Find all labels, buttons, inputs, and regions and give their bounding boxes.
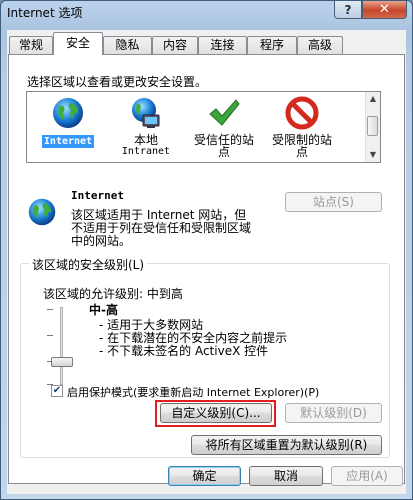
- level-bullets: - 适用于大多数网站 - 在下载潜在的不安全内容之前提示 - 不下载未签名的 A…: [99, 319, 287, 358]
- select-zone-label: 选择区域以查看或更改安全设置。: [27, 75, 208, 89]
- security-level-group-label: 该区域的安全级别(L): [29, 256, 148, 273]
- globe-icon: [51, 96, 85, 130]
- zone-description-line-3: 中的网站。: [71, 234, 132, 248]
- selected-zone-icon: [27, 197, 57, 230]
- default-level-button[interactable]: 默认级别(D): [285, 403, 382, 423]
- ok-button[interactable]: 确定: [168, 466, 241, 486]
- zone-list-scrollbar[interactable]: ▲ ▼: [365, 92, 380, 162]
- slider-thumb[interactable]: [51, 357, 73, 367]
- globe-icon: [28, 198, 56, 226]
- close-button[interactable]: ✕: [362, 1, 407, 19]
- highlight-frame: [155, 400, 276, 427]
- close-icon: ✕: [379, 2, 390, 17]
- level-bullet: - 不下载未签名的 ActiveX 控件: [99, 344, 269, 358]
- zone-internet[interactable]: Internet: [29, 96, 107, 160]
- scroll-up-icon[interactable]: ▲: [366, 92, 380, 106]
- tab-general[interactable]: 常规: [9, 36, 53, 54]
- tab-programs[interactable]: 程序: [247, 36, 297, 54]
- zone-local-intranet-label-2: Intranet: [121, 146, 171, 157]
- zone-internet-label: Internet: [41, 135, 95, 148]
- title-bar[interactable]: Internet 选项 ? ✕: [1, 1, 412, 23]
- scroll-down-icon[interactable]: ▼: [366, 148, 380, 162]
- sites-button[interactable]: 站点(S): [285, 192, 382, 212]
- protected-mode-checkbox[interactable]: ✔: [51, 385, 63, 397]
- security-level-name: 中-高: [89, 303, 118, 317]
- no-entry-icon: [285, 96, 319, 130]
- help-button[interactable]: ?: [334, 1, 362, 19]
- checkmark-icon: ✔: [52, 385, 62, 396]
- zone-title: Internet: [71, 189, 124, 202]
- window-title: Internet 选项: [7, 6, 83, 20]
- zone-local-intranet[interactable]: 本地 Intranet: [107, 96, 185, 160]
- security-panel: 选择区域以查看或更改安全设置。 Internet 本地 Intranet 受信任…: [8, 54, 405, 484]
- zone-local-intranet-label: 本地: [133, 133, 158, 147]
- tab-connections[interactable]: 连接: [198, 36, 247, 54]
- local-intranet-icon: [129, 96, 163, 130]
- zone-trusted-sites-label-2: 点: [217, 145, 230, 159]
- tab-strip: 常规 安全 隐私 内容 连接 程序 高级: [7, 32, 406, 55]
- zone-description: 该区域适用于 Internet 网站，但 不适用于列在受信任和受限制区域 中的网…: [71, 209, 251, 248]
- scroll-thumb[interactable]: [367, 116, 378, 136]
- tab-content[interactable]: 内容: [152, 36, 198, 54]
- tab-privacy[interactable]: 隐私: [103, 36, 152, 54]
- zone-list[interactable]: Internet 本地 Intranet 受信任的站 点 受限制的站 点 ▲ ▼: [26, 91, 381, 163]
- zone-trusted-sites[interactable]: 受信任的站 点: [185, 96, 263, 160]
- zone-restricted-sites-label-2: 点: [295, 145, 308, 159]
- protected-mode-label[interactable]: 启用保护模式(要求重新启动 Internet Explorer)(P): [67, 384, 319, 400]
- cancel-button[interactable]: 取消: [249, 466, 323, 486]
- checkmark-icon: [207, 96, 241, 130]
- slider-track: [60, 307, 63, 385]
- tab-security[interactable]: 安全: [53, 32, 103, 55]
- apply-button[interactable]: 应用(A): [331, 466, 403, 486]
- reset-all-zones-button[interactable]: 将所有区域重置为默认级别(R): [191, 435, 382, 455]
- security-level-slider[interactable]: [43, 305, 83, 387]
- allowed-levels-label: 该区域的允许级别: 中到高: [43, 287, 183, 301]
- tab-advanced[interactable]: 高级: [297, 36, 343, 54]
- dialog-client: 常规 安全 隐私 内容 连接 程序 高级 选择区域以查看或更改安全设置。 Int…: [7, 30, 406, 494]
- zone-restricted-sites[interactable]: 受限制的站 点: [263, 96, 341, 160]
- internet-options-window: Internet 选项 ? ✕ 常规 安全 隐私 内容 连接 程序 高级 选择区…: [0, 0, 413, 500]
